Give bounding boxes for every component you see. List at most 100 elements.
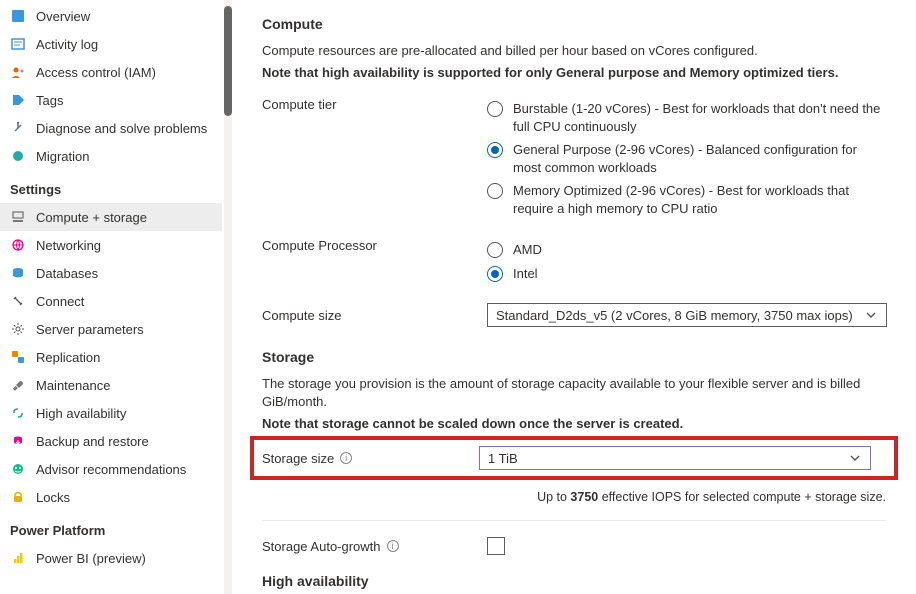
storage-size-highlight: Storage size i 1 TiB — [250, 436, 898, 480]
server-parameters-icon — [10, 321, 26, 337]
compute-size-value: Standard_D2ds_v5 (2 vCores, 8 GiB memory… — [496, 308, 853, 323]
sidebar-item-advisor[interactable]: Advisor recommendations — [0, 455, 222, 483]
compute-note: Note that high availability is supported… — [262, 64, 886, 82]
databases-icon — [10, 265, 26, 281]
sidebar-item-label: Overview — [36, 9, 90, 24]
connect-icon — [10, 293, 26, 309]
iops-note: Up to 3750 effective IOPS for selected c… — [262, 484, 886, 510]
sidebar-item-label: High availability — [36, 406, 126, 421]
sidebar-item-label: Power BI (preview) — [36, 551, 146, 566]
chevron-down-icon — [864, 308, 878, 322]
sidebar-scrollbar[interactable] — [224, 0, 232, 594]
sidebar-item-backup-restore[interactable]: Backup and restore — [0, 427, 222, 455]
radio-icon — [487, 242, 503, 258]
sidebar-item-label: Databases — [36, 266, 98, 281]
high-availability-icon — [10, 405, 26, 421]
compute-proc-options: AMD Intel — [487, 238, 886, 285]
radio-label: AMD — [513, 241, 542, 259]
storage-desc: The storage you provision is the amount … — [262, 375, 886, 410]
sidebar-item-networking[interactable]: Networking — [0, 231, 222, 259]
sidebar-top-group: Overview Activity log Access control (IA… — [0, 2, 222, 170]
overview-icon — [10, 8, 26, 24]
compute-desc: Compute resources are pre-allocated and … — [262, 42, 886, 60]
networking-icon — [10, 237, 26, 253]
replication-icon — [10, 349, 26, 365]
sidebar-item-server-parameters[interactable]: Server parameters — [0, 315, 222, 343]
sidebar-item-label: Backup and restore — [36, 434, 149, 449]
radio-label: Burstable (1-20 vCores) - Best for workl… — [513, 100, 886, 135]
compute-heading: Compute — [262, 16, 886, 32]
compute-tier-label: Compute tier — [262, 97, 487, 112]
radio-icon — [487, 101, 503, 117]
divider — [262, 520, 886, 521]
powerbi-icon — [10, 550, 26, 566]
sidebar-power-group: Power BI (preview) — [0, 544, 222, 572]
sidebar-item-label: Networking — [36, 238, 101, 253]
sidebar-item-label: Replication — [36, 350, 100, 365]
sidebar-item-locks[interactable]: Locks — [0, 483, 222, 511]
sidebar-item-label: Compute + storage — [36, 210, 147, 225]
sidebar-power-header: Power Platform — [0, 511, 222, 544]
radio-label: Memory Optimized (2-96 vCores) - Best fo… — [513, 182, 886, 217]
scrollbar-thumb[interactable] — [224, 6, 232, 116]
sidebar-item-tags[interactable]: Tags — [0, 86, 222, 114]
sidebar-item-migration[interactable]: Migration — [0, 142, 222, 170]
radio-icon — [487, 142, 503, 158]
sidebar-item-label: Activity log — [36, 37, 98, 52]
storage-note: Note that storage cannot be scaled down … — [262, 415, 886, 433]
locks-icon — [10, 489, 26, 505]
tier-option-general-purpose[interactable]: General Purpose (2-96 vCores) - Balanced… — [487, 138, 886, 179]
sidebar-item-replication[interactable]: Replication — [0, 343, 222, 371]
sidebar-item-label: Server parameters — [36, 322, 144, 337]
proc-option-amd[interactable]: AMD — [487, 238, 886, 262]
sidebar-item-label: Maintenance — [36, 378, 110, 393]
tags-icon — [10, 92, 26, 108]
compute-tier-options: Burstable (1-20 vCores) - Best for workl… — [487, 97, 886, 220]
sidebar-item-activity-log[interactable]: Activity log — [0, 30, 222, 58]
sidebar-item-connect[interactable]: Connect — [0, 287, 222, 315]
activity-log-icon — [10, 36, 26, 52]
proc-option-intel[interactable]: Intel — [487, 262, 886, 286]
compute-size-label: Compute size — [262, 303, 487, 327]
backup-restore-icon — [10, 433, 26, 449]
compute-proc-label: Compute Processor — [262, 238, 487, 253]
sidebar-item-label: Connect — [36, 294, 84, 309]
compute-size-select[interactable]: Standard_D2ds_v5 (2 vCores, 8 GiB memory… — [487, 303, 887, 327]
radio-label: General Purpose (2-96 vCores) - Balanced… — [513, 141, 886, 176]
sidebar-item-databases[interactable]: Databases — [0, 259, 222, 287]
sidebar-item-diagnose[interactable]: Diagnose and solve problems — [0, 114, 222, 142]
access-control-icon — [10, 64, 26, 80]
maintenance-icon — [10, 377, 26, 393]
info-icon[interactable]: i — [340, 452, 352, 464]
radio-icon — [487, 183, 503, 199]
sidebar-item-overview[interactable]: Overview — [0, 2, 222, 30]
sidebar-item-compute-storage[interactable]: Compute + storage — [0, 203, 222, 231]
sidebar-item-label: Locks — [36, 490, 70, 505]
sidebar-item-label: Diagnose and solve problems — [36, 121, 207, 136]
sidebar-item-label: Advisor recommendations — [36, 462, 186, 477]
radio-label: Intel — [513, 265, 538, 283]
radio-icon — [487, 266, 503, 282]
migration-icon — [10, 148, 26, 164]
sidebar-item-high-availability[interactable]: High availability — [0, 399, 222, 427]
main-content: Compute Compute resources are pre-alloca… — [232, 0, 916, 594]
sidebar-item-access-control[interactable]: Access control (IAM) — [0, 58, 222, 86]
storage-size-label: Storage size — [262, 451, 334, 466]
diagnose-icon — [10, 120, 26, 136]
sidebar-item-label: Tags — [36, 93, 63, 108]
sidebar-item-label: Migration — [36, 149, 89, 164]
tier-option-burstable[interactable]: Burstable (1-20 vCores) - Best for workl… — [487, 97, 886, 138]
storage-size-select[interactable]: 1 TiB — [479, 446, 871, 470]
advisor-icon — [10, 461, 26, 477]
chevron-down-icon — [848, 451, 862, 465]
tier-option-memory-optimized[interactable]: Memory Optimized (2-96 vCores) - Best fo… — [487, 179, 886, 220]
sidebar-item-power-bi[interactable]: Power BI (preview) — [0, 544, 222, 572]
storage-size-value: 1 TiB — [488, 451, 518, 466]
info-icon[interactable]: i — [387, 540, 399, 552]
auto-growth-checkbox[interactable] — [487, 537, 505, 555]
sidebar: Overview Activity log Access control (IA… — [0, 0, 222, 594]
sidebar-item-maintenance[interactable]: Maintenance — [0, 371, 222, 399]
ha-heading: High availability — [262, 573, 886, 589]
compute-storage-icon — [10, 209, 26, 225]
storage-heading: Storage — [262, 349, 886, 365]
